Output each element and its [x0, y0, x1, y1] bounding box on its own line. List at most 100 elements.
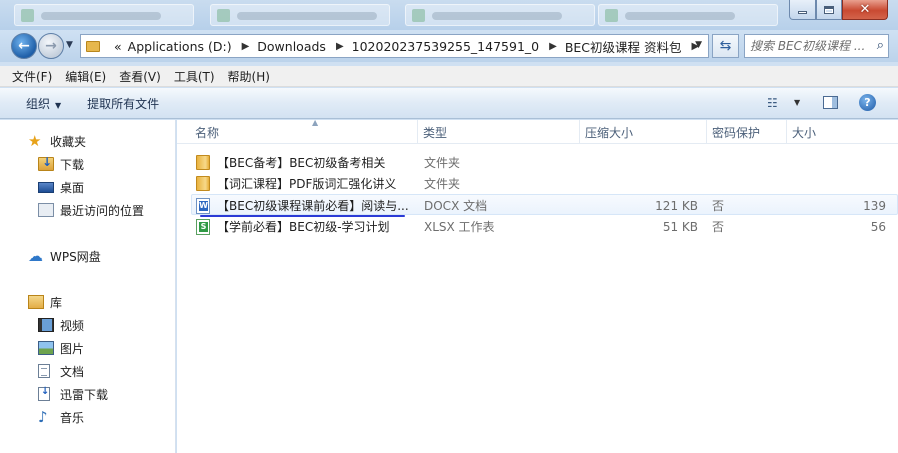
file-name: 【词汇课程】PDF版词汇强化讲义 [217, 177, 397, 191]
breadcrumb-item-current[interactable]: BEC初级课程 资料包 [565, 37, 682, 56]
file-packed-size: 51 KB [662, 219, 698, 234]
chevron-right-icon[interactable]: ▶ [336, 41, 344, 52]
menu-file[interactable]: 文件(F) [12, 68, 52, 85]
search-input[interactable] [750, 38, 865, 54]
nav-item-downloads[interactable]: 下载 [38, 155, 84, 173]
nav-label: WPS网盘 [50, 249, 101, 264]
organize-button[interactable]: 组织 ▼ [26, 95, 61, 112]
search-box[interactable]: ⌕ [744, 34, 889, 58]
minimize-icon [798, 11, 807, 14]
column-header-row: 名称 ▲ 类型 压缩大小 密码保护 大小 [177, 118, 898, 144]
download-document-icon [38, 386, 50, 401]
nav-item-videos[interactable]: 视频 [38, 316, 84, 334]
file-name: 【BEC备考】BEC初级备考相关 [217, 156, 386, 170]
nav-libraries[interactable]: 库 [28, 293, 62, 311]
file-packed-size: 121 KB [655, 198, 698, 213]
menu-tools[interactable]: 工具(T) [174, 68, 215, 85]
breadcrumb-item-downloads[interactable]: Downloads [257, 39, 326, 54]
nav-wps-cloud[interactable]: ☁ WPS网盘 [28, 247, 101, 265]
address-history-dropdown[interactable]: ▼ [695, 40, 702, 50]
nav-label: 迅雷下载 [60, 387, 109, 402]
maximize-icon [824, 5, 834, 14]
breadcrumb-item-archive[interactable]: 102020237539255_147591_0 [352, 39, 539, 54]
column-header-type[interactable]: 类型 [417, 120, 579, 144]
menu-bar: 文件(F) 编辑(E) 查看(V) 工具(T) 帮助(H) [0, 66, 898, 87]
nav-label: 最近访问的位置 [60, 203, 145, 218]
picture-icon [38, 341, 54, 355]
breadcrumb-overflow[interactable]: « [114, 39, 122, 54]
annotation-underline [200, 215, 405, 217]
column-header-password[interactable]: 密码保护 [706, 120, 786, 144]
nav-label: 视频 [60, 318, 85, 333]
menu-help[interactable]: 帮助(H) [228, 68, 270, 85]
back-button[interactable]: ← [11, 33, 37, 59]
file-row[interactable]: 【BEC备考】BEC初级备考相关 文件夹 [191, 152, 898, 173]
close-button[interactable]: ✕ [842, 0, 888, 20]
nav-item-recent[interactable]: 最近访问的位置 [38, 201, 144, 219]
recent-places-icon [38, 203, 54, 217]
chevron-right-icon[interactable]: ▶ [242, 41, 250, 52]
nav-item-thunder-downloads[interactable]: 迅雷下载 [38, 385, 108, 403]
file-list-pane: 名称 ▲ 类型 压缩大小 密码保护 大小 【BEC备考】BEC初级备考相关 文件夹… [177, 118, 898, 453]
extract-all-button[interactable]: 提取所有文件 [87, 95, 159, 112]
file-type: 文件夹 [424, 156, 461, 170]
file-name-cell: 【词汇课程】PDF版词汇强化讲义 [196, 173, 396, 194]
search-icon[interactable]: ⌕ [877, 38, 884, 53]
menu-edit[interactable]: 编辑(E) [65, 68, 106, 85]
help-icon[interactable]: ? [859, 94, 876, 111]
nav-item-music[interactable]: ♪ 音乐 [38, 408, 84, 426]
address-bar[interactable]: « Applications (D:) ▶ Downloads ▶ 10202023… [80, 34, 709, 58]
minimize-button[interactable] [789, 0, 816, 20]
file-password: 否 [712, 199, 725, 213]
close-icon: ✕ [859, 2, 871, 17]
document-icon [38, 364, 50, 378]
navigation-pane: ★ 收藏夹 下载 桌面 最近访问的位置 ☁ WPS网盘 库 视频 图片 文档 迅雷下… [0, 120, 176, 453]
cloud-icon: ☁ [28, 247, 43, 265]
folder-icon [196, 176, 210, 191]
back-arrow-icon: ← [18, 38, 30, 54]
column-header-packed-size[interactable]: 压缩大小 [579, 120, 706, 144]
nav-favorites[interactable]: ★ 收藏夹 [28, 132, 86, 150]
nav-label: 库 [50, 295, 63, 310]
file-name: 【学前必看】BEC初级-学习计划 [217, 220, 390, 234]
breadcrumb-item-drive[interactable]: Applications (D:) [128, 39, 232, 54]
file-type: XLSX 工作表 [424, 220, 495, 234]
maximize-button[interactable] [816, 0, 842, 20]
title-bar: ✕ [0, 0, 898, 30]
library-icon [28, 295, 44, 309]
command-bar: 组织 ▼ 提取所有文件 ☷ ▼ ? [0, 88, 898, 119]
column-label: 名称 [195, 125, 220, 140]
xlsx-icon [196, 218, 210, 235]
file-type: 文件夹 [424, 177, 461, 191]
file-password: 否 [712, 220, 725, 234]
forward-button[interactable]: → [38, 33, 64, 59]
file-row[interactable]: 【BEC初级课程课前必看】阅读与... DOCX 文档 121 KB 否 139 [191, 194, 898, 215]
nav-item-pictures[interactable]: 图片 [38, 339, 84, 357]
file-name-cell: 【学前必看】BEC初级-学习计划 [196, 216, 390, 237]
refresh-button[interactable]: ⇆ [712, 34, 739, 58]
folder-icon [196, 155, 210, 170]
forward-arrow-icon: → [45, 38, 57, 54]
nav-label: 收藏夹 [50, 134, 87, 149]
preview-pane-icon[interactable] [823, 96, 838, 109]
downloads-folder-icon [38, 155, 54, 171]
nav-label: 下载 [60, 157, 85, 172]
chevron-down-icon: ▼ [55, 100, 62, 110]
file-row[interactable]: 【学前必看】BEC初级-学习计划 XLSX 工作表 51 KB 否 56 [191, 216, 898, 237]
column-header-size[interactable]: 大小 [786, 120, 898, 144]
refresh-icon: ⇆ [719, 38, 732, 54]
chevron-right-icon[interactable]: ▶ [549, 41, 557, 52]
column-header-name[interactable]: 名称 ▲ [190, 118, 417, 144]
file-row[interactable]: 【词汇课程】PDF版词汇强化讲义 文件夹 [191, 173, 898, 194]
menu-view[interactable]: 查看(V) [119, 68, 161, 85]
background-tab [598, 4, 778, 26]
view-dropdown[interactable]: ▼ [794, 98, 800, 107]
video-icon [38, 318, 54, 332]
file-size: 139 [863, 198, 886, 213]
recent-pages-dropdown[interactable]: ▼ [66, 40, 73, 50]
nav-item-desktop[interactable]: 桌面 [38, 178, 84, 196]
view-options-icon[interactable]: ☷ [767, 96, 778, 110]
nav-item-documents[interactable]: 文档 [38, 362, 84, 380]
nav-label: 图片 [60, 341, 85, 356]
file-type: DOCX 文档 [424, 199, 488, 213]
